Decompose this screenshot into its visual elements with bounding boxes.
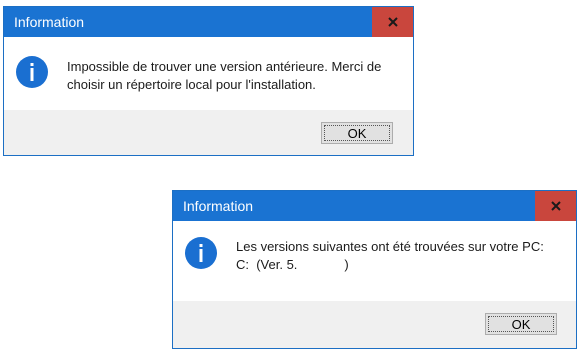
dialog-content: Les versions suivantes ont été trouvées …: [173, 221, 576, 301]
ok-button[interactable]: OK: [485, 313, 557, 335]
dialog-content: Impossible de trouver une version antéri…: [4, 37, 413, 110]
dialog-title: Information: [14, 14, 85, 30]
message-line: Les versions suivantes ont été trouvées …: [236, 239, 544, 254]
info-icon: [16, 56, 48, 88]
message-line: choisir un répertoire local pour l'insta…: [67, 77, 316, 92]
information-dialog-1: Information Impossible de trouver une ve…: [3, 6, 414, 156]
dialog-footer: OK: [4, 110, 413, 155]
close-button[interactable]: [372, 7, 413, 37]
dialog-footer: OK: [173, 301, 576, 348]
dialog-message: Impossible de trouver une version antéri…: [67, 58, 407, 94]
dialog-title-bar[interactable]: Information: [173, 191, 576, 221]
close-button[interactable]: [535, 191, 576, 221]
info-icon: [185, 237, 217, 269]
ok-button[interactable]: OK: [321, 122, 393, 144]
dialog-message: Les versions suivantes ont été trouvées …: [236, 238, 566, 274]
dialog-title: Information: [183, 198, 254, 214]
message-line: C: (Ver. 5. ): [236, 257, 349, 272]
close-icon: [387, 17, 398, 27]
dialog-title-bar[interactable]: Information: [4, 7, 413, 37]
message-line: Impossible de trouver une version antéri…: [67, 59, 382, 74]
information-dialog-2: Information Les versions suivantes ont é…: [172, 190, 577, 349]
close-icon: [550, 201, 561, 211]
